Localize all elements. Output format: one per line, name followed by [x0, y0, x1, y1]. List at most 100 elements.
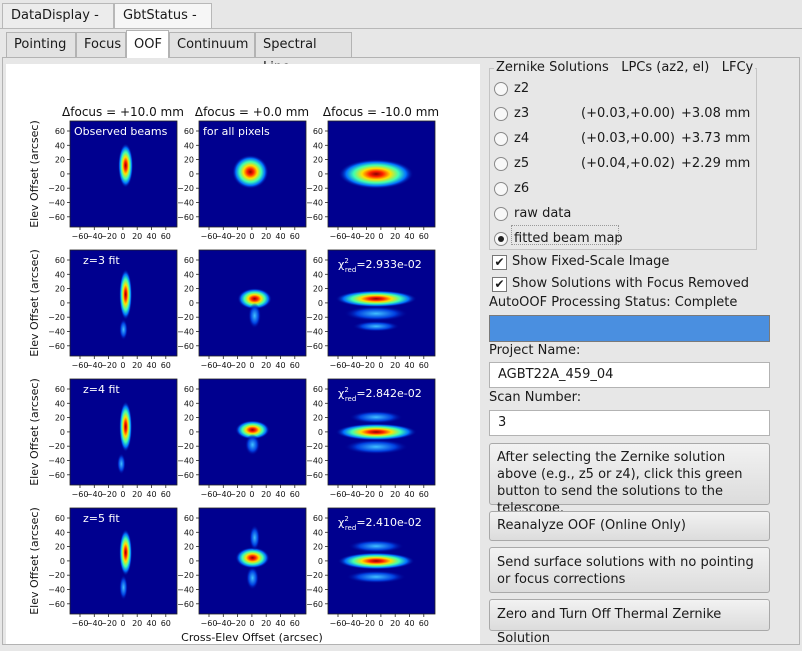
x-tick-label: −20: [100, 490, 117, 499]
x-tick-label: −20: [358, 361, 375, 370]
radio-raw-data[interactable]: [494, 207, 508, 221]
y-tick-label: −40: [177, 199, 194, 208]
send-surface-button[interactable]: Send surface solutions with no pointing …: [489, 547, 770, 593]
x-tick-label: 60: [419, 619, 429, 628]
y-tick-label: 0: [60, 299, 65, 308]
y-tick-label: 40: [184, 141, 194, 150]
beam-blob: [348, 539, 404, 553]
radio-fitted-beam-map[interactable]: [494, 232, 508, 246]
x-tick-label: 60: [161, 619, 171, 628]
x-tick-label: −20: [229, 619, 246, 628]
y-tick-label: −60: [177, 471, 194, 480]
y-tick-label: 0: [318, 299, 323, 308]
beam-blob: [246, 566, 259, 590]
y-tick-label: −60: [306, 471, 323, 480]
tab-gbtstatus[interactable]: GbtStatus - 1: [114, 3, 212, 47]
send-solutions-button[interactable]: After selecting the Zernike solution abo…: [489, 443, 770, 516]
reanalyze-oof-button[interactable]: Reanalyze OOF (Online Only): [489, 511, 770, 541]
y-tick-label: −20: [306, 571, 323, 580]
y-tick-label: −40: [306, 199, 323, 208]
radio-z2[interactable]: [494, 82, 508, 96]
tab-focus[interactable]: Focus: [76, 32, 126, 57]
tab-spectral-line[interactable]: Spectral Line: [255, 32, 352, 75]
radio-z4[interactable]: [494, 132, 508, 146]
y-tick-label: 20: [184, 285, 194, 294]
x-tick-label: −20: [358, 232, 375, 241]
project-name-label: Project Name:: [489, 343, 581, 358]
x-tick-label: 40: [275, 232, 285, 241]
y-tick-label: 40: [313, 141, 323, 150]
beam-blob: [344, 306, 409, 322]
y-tick-label: −40: [306, 457, 323, 466]
focus-removed-checkbox[interactable]: ✔: [492, 277, 507, 292]
radio-label: z4: [514, 131, 530, 146]
y-tick-label: −60: [306, 213, 323, 222]
radio-z6[interactable]: [494, 182, 508, 196]
y-tick-label: 20: [184, 543, 194, 552]
row-note: z=3 fit: [83, 254, 120, 267]
radio-label: z3: [514, 106, 530, 121]
x-tick-label: −20: [358, 619, 375, 628]
y-tick-label: 20: [55, 156, 65, 165]
radio-z3[interactable]: [494, 107, 508, 121]
selection-focus-box: [511, 225, 619, 245]
x-tick-label: 0: [120, 361, 125, 370]
radio-label: z5: [514, 156, 530, 171]
y-tick-label: 0: [60, 428, 65, 437]
x-tick-label: 40: [404, 619, 414, 628]
x-tick-label: 60: [419, 232, 429, 241]
project-name-field[interactable]: AGBT22A_459_04: [489, 362, 770, 388]
y-tick-label: 0: [318, 557, 323, 566]
beam-blob: [335, 290, 417, 308]
x-tick-label: 0: [378, 490, 383, 499]
y-tick-label: −60: [48, 600, 65, 609]
x-tick-label: 60: [290, 361, 300, 370]
x-tick-label: −20: [100, 361, 117, 370]
processing-status: AutoOOF Processing Status: Complete: [489, 295, 738, 310]
x-tick-label: 20: [261, 361, 271, 370]
tab-datadisplay[interactable]: DataDisplay - 1: [2, 3, 114, 47]
y-tick-label: 0: [60, 170, 65, 179]
y-tick-label: −20: [48, 442, 65, 451]
tab-continuum[interactable]: Continuum: [169, 32, 255, 57]
y-tick-label: 40: [313, 399, 323, 408]
status-progress-fill: [490, 316, 769, 341]
tab-bar-divider: [0, 28, 802, 29]
y-tick-label: 60: [55, 514, 65, 523]
x-tick-label: 60: [161, 361, 171, 370]
beam-blob: [349, 410, 403, 424]
y-tick-label: 20: [313, 156, 323, 165]
x-tick-label: 40: [146, 490, 156, 499]
x-tick-label: −20: [358, 490, 375, 499]
row-note: z=4 fit: [83, 383, 120, 396]
x-tick-label: 40: [275, 361, 285, 370]
x-tick-label: −20: [100, 232, 117, 241]
zero-thermal-button[interactable]: Zero and Turn Off Thermal Zernike Soluti…: [489, 599, 770, 646]
x-tick-label: 0: [378, 232, 383, 241]
x-tick-label: 20: [390, 232, 400, 241]
tab-pointing[interactable]: Pointing: [6, 32, 76, 57]
y-tick-label: −20: [306, 442, 323, 451]
tab-oof[interactable]: OOF: [126, 30, 169, 58]
y-tick-label: −20: [48, 184, 65, 193]
beam-blob: [346, 570, 407, 584]
beam-blob: [232, 154, 269, 189]
radio-z5[interactable]: [494, 157, 508, 171]
scan-number-field[interactable]: 3: [489, 410, 770, 436]
x-tick-label: 20: [132, 619, 142, 628]
y-tick-label: −40: [177, 328, 194, 337]
x-tick-label: 0: [120, 232, 125, 241]
y-axis-label: Elev Offset (arcsec): [28, 249, 41, 357]
x-tick-label: 0: [120, 490, 125, 499]
fixed-scale-checkbox[interactable]: ✔: [492, 255, 507, 270]
y-tick-label: 60: [313, 127, 323, 136]
beam-blob: [335, 423, 417, 441]
beam-blob: [119, 318, 128, 341]
y-tick-label: 20: [55, 285, 65, 294]
y-tick-label: 0: [318, 170, 323, 179]
beam-blob: [337, 552, 415, 570]
x-tick-label: −20: [229, 232, 246, 241]
y-tick-label: 40: [184, 528, 194, 537]
y-tick-label: 20: [55, 543, 65, 552]
radio-label: z6: [514, 181, 530, 196]
